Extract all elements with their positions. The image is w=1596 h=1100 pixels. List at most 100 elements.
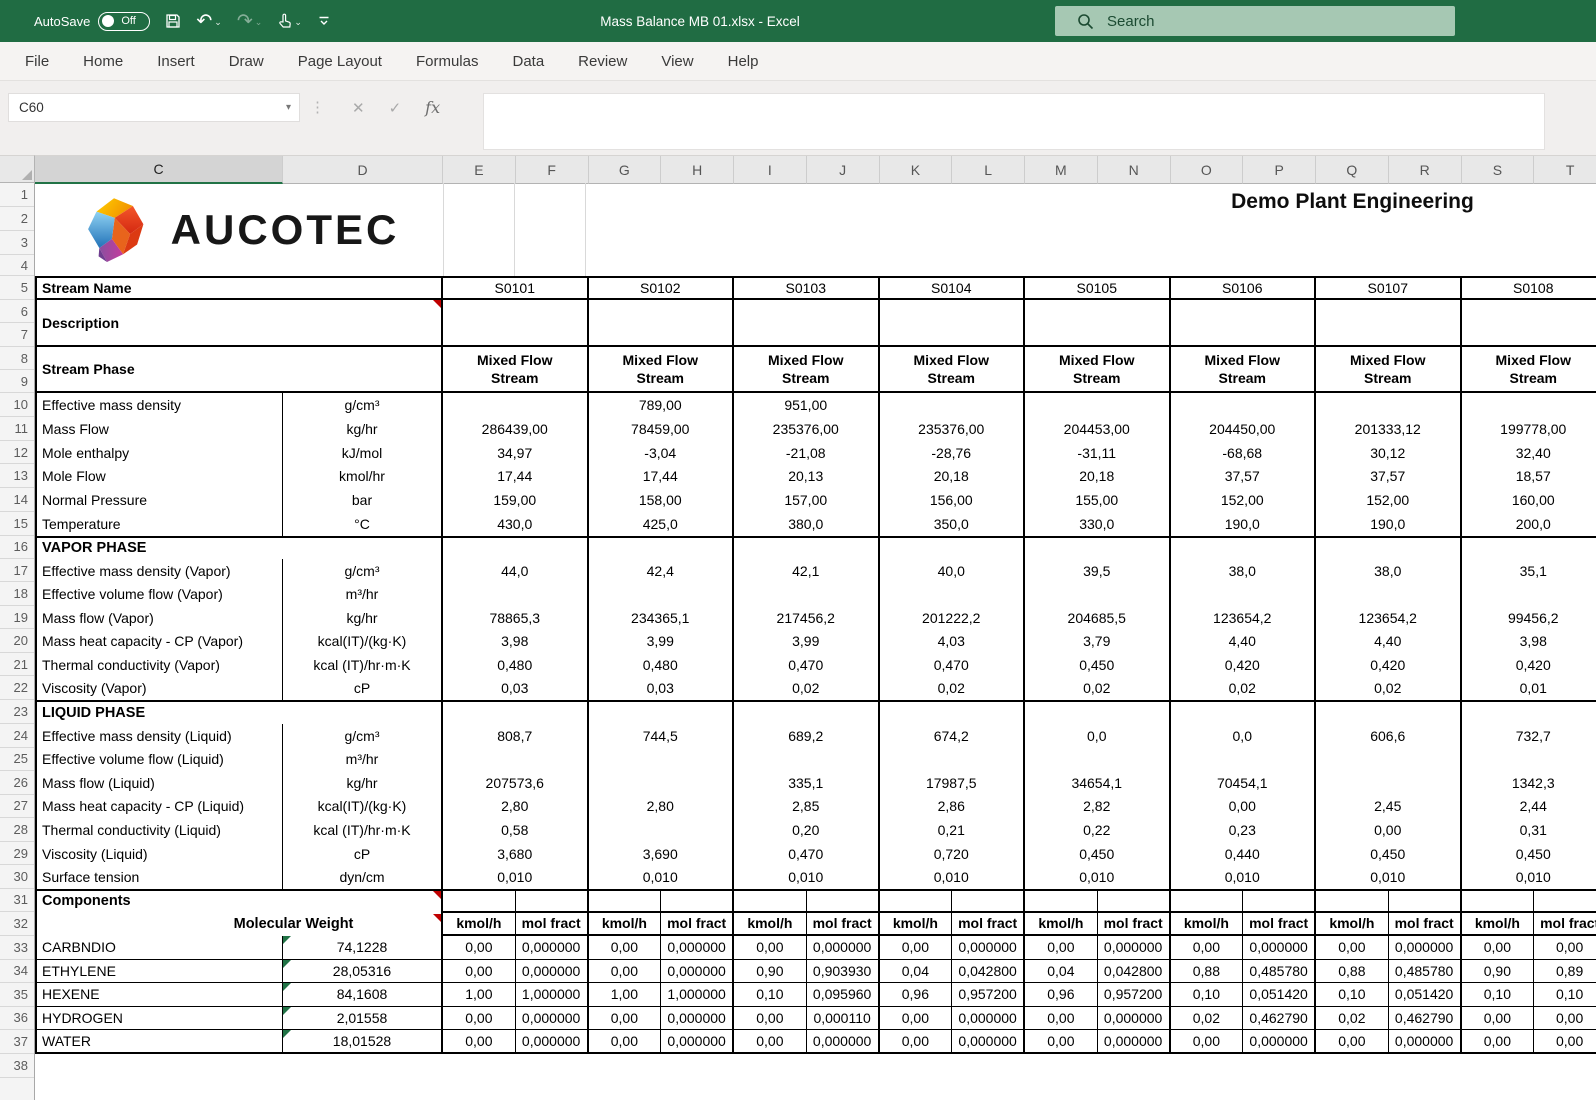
- row-header-38[interactable]: 38: [0, 1054, 34, 1078]
- kmol-header[interactable]: kmol/h: [1462, 913, 1535, 934]
- kmol-cell[interactable]: 0,00: [1462, 1030, 1535, 1052]
- insert-function-button[interactable]: fx: [425, 98, 440, 117]
- row-label[interactable]: Effective volume flow (Vapor): [35, 582, 283, 606]
- row-label[interactable]: Mass Flow: [35, 417, 283, 441]
- row-header-18[interactable]: 18: [0, 582, 34, 606]
- value-cell[interactable]: [734, 582, 880, 606]
- column-header-Q[interactable]: Q: [1316, 156, 1389, 184]
- value-cell[interactable]: 190,0: [1316, 512, 1462, 536]
- molfract-header[interactable]: mol fract: [661, 913, 734, 934]
- value-cell[interactable]: 425,0: [589, 512, 735, 536]
- value-cell[interactable]: 330,0: [1025, 512, 1171, 536]
- kmol-cell[interactable]: 0,04: [1025, 960, 1098, 983]
- column-header-C[interactable]: C: [35, 156, 283, 184]
- value-cell[interactable]: 0,010: [734, 865, 880, 889]
- unit-cell[interactable]: dyn/cm: [283, 865, 443, 889]
- molfract-cell[interactable]: 1,000000: [661, 983, 734, 1006]
- chevron-down-icon[interactable]: ⌄: [255, 17, 263, 28]
- value-cell[interactable]: 159,00: [443, 488, 589, 512]
- value-cell[interactable]: 350,0: [880, 512, 1026, 536]
- row-header-6[interactable]: 6: [0, 300, 34, 323]
- column-header-L[interactable]: L: [952, 156, 1025, 184]
- stream-phase-label[interactable]: Stream Phase: [35, 347, 443, 391]
- value-cell[interactable]: 207573,6: [443, 771, 589, 795]
- description-label[interactable]: Description: [35, 300, 443, 345]
- row-header-35[interactable]: 35: [0, 983, 34, 1007]
- row-label[interactable]: Temperature: [35, 512, 283, 536]
- value-cell[interactable]: 34654,1: [1025, 771, 1171, 795]
- value-cell[interactable]: 0,02: [1316, 676, 1462, 700]
- column-header-H[interactable]: H: [661, 156, 734, 184]
- component-name[interactable]: CARBNDIO: [35, 936, 283, 959]
- description-cell[interactable]: [1316, 300, 1462, 345]
- value-cell[interactable]: [443, 748, 589, 772]
- value-cell[interactable]: -28,76: [880, 441, 1026, 465]
- molfract-cell[interactable]: 0,462790: [1389, 1007, 1462, 1030]
- value-cell[interactable]: 2,85: [734, 795, 880, 819]
- value-cell[interactable]: 78459,00: [589, 417, 735, 441]
- description-cell[interactable]: [880, 300, 1026, 345]
- value-cell[interactable]: 99456,2: [1462, 606, 1596, 630]
- kmol-cell[interactable]: 1,00: [443, 983, 516, 1006]
- molfract-cell[interactable]: 0,000000: [807, 1030, 880, 1052]
- row-header-26[interactable]: 26: [0, 771, 34, 795]
- value-cell[interactable]: 0,470: [734, 842, 880, 866]
- molfract-header[interactable]: mol fract: [807, 913, 880, 934]
- empty-cell[interactable]: [1171, 702, 1317, 724]
- column-header-N[interactable]: N: [1098, 156, 1171, 184]
- description-cell[interactable]: [443, 300, 589, 345]
- component-name[interactable]: HYDROGEN: [35, 1007, 283, 1030]
- value-cell[interactable]: 0,420: [1171, 653, 1317, 677]
- undo-button[interactable]: ↶⌄: [196, 12, 221, 31]
- column-header-F[interactable]: F: [516, 156, 589, 184]
- kmol-cell[interactable]: 0,00: [1025, 936, 1098, 959]
- stream-name-cell[interactable]: S0108: [1462, 278, 1596, 298]
- value-cell[interactable]: 0,0: [1025, 724, 1171, 748]
- molfract-cell[interactable]: 0,000000: [516, 1007, 589, 1030]
- section-header[interactable]: LIQUID PHASE: [35, 702, 443, 724]
- stream-name-cell[interactable]: S0102: [589, 278, 735, 298]
- empty-cell[interactable]: [443, 891, 516, 911]
- molfract-cell[interactable]: 0,462790: [1243, 1007, 1316, 1030]
- empty-cell[interactable]: [1389, 891, 1462, 911]
- value-cell[interactable]: 430,0: [443, 512, 589, 536]
- value-cell[interactable]: [443, 582, 589, 606]
- column-header-E[interactable]: E: [443, 156, 516, 184]
- molfract-cell[interactable]: 0,000000: [1243, 1030, 1316, 1052]
- value-cell[interactable]: 20,18: [1025, 464, 1171, 488]
- kmol-cell[interactable]: 0,88: [1171, 960, 1244, 983]
- row-label[interactable]: Thermal conductivity (Vapor): [35, 653, 283, 677]
- empty-cell[interactable]: [1316, 891, 1389, 911]
- molecular-weight-cell[interactable]: 74,1228: [283, 936, 443, 959]
- autosave-toggle[interactable]: AutoSave Off: [34, 12, 150, 31]
- value-cell[interactable]: 0,010: [1462, 865, 1596, 889]
- row-label[interactable]: Surface tension: [35, 865, 283, 889]
- kmol-cell[interactable]: 0,10: [1171, 983, 1244, 1006]
- empty-cell[interactable]: [1462, 891, 1535, 911]
- value-cell[interactable]: 17,44: [589, 464, 735, 488]
- value-cell[interactable]: 200,0: [1462, 512, 1596, 536]
- row-header-32[interactable]: 32: [0, 912, 34, 936]
- row-label[interactable]: Effective volume flow (Liquid): [35, 748, 283, 772]
- value-cell[interactable]: 30,12: [1316, 441, 1462, 465]
- value-cell[interactable]: 0,00: [1171, 795, 1317, 819]
- value-cell[interactable]: 606,6: [1316, 724, 1462, 748]
- value-cell[interactable]: 44,0: [443, 559, 589, 583]
- row-header-36[interactable]: 36: [0, 1007, 34, 1031]
- value-cell[interactable]: 2,86: [880, 795, 1026, 819]
- column-header-T[interactable]: T: [1534, 156, 1596, 184]
- value-cell[interactable]: 37,57: [1171, 464, 1317, 488]
- kmol-cell[interactable]: 0,02: [1171, 1007, 1244, 1030]
- ribbon-tab-draw[interactable]: Draw: [212, 42, 281, 80]
- stream-phase-cell[interactable]: Mixed Flow Stream: [1462, 347, 1596, 391]
- stream-name-cell[interactable]: S0107: [1316, 278, 1462, 298]
- value-cell[interactable]: 0,31: [1462, 818, 1596, 842]
- select-all-corner[interactable]: [0, 155, 35, 183]
- value-cell[interactable]: 2,45: [1316, 795, 1462, 819]
- kmol-cell[interactable]: 0,90: [1462, 960, 1535, 983]
- row-header-3[interactable]: 3: [0, 231, 34, 255]
- value-cell[interactable]: [1316, 771, 1462, 795]
- row-label[interactable]: Effective mass density (Liquid): [35, 724, 283, 748]
- row-header-25[interactable]: 25: [0, 748, 34, 772]
- description-cell[interactable]: [734, 300, 880, 345]
